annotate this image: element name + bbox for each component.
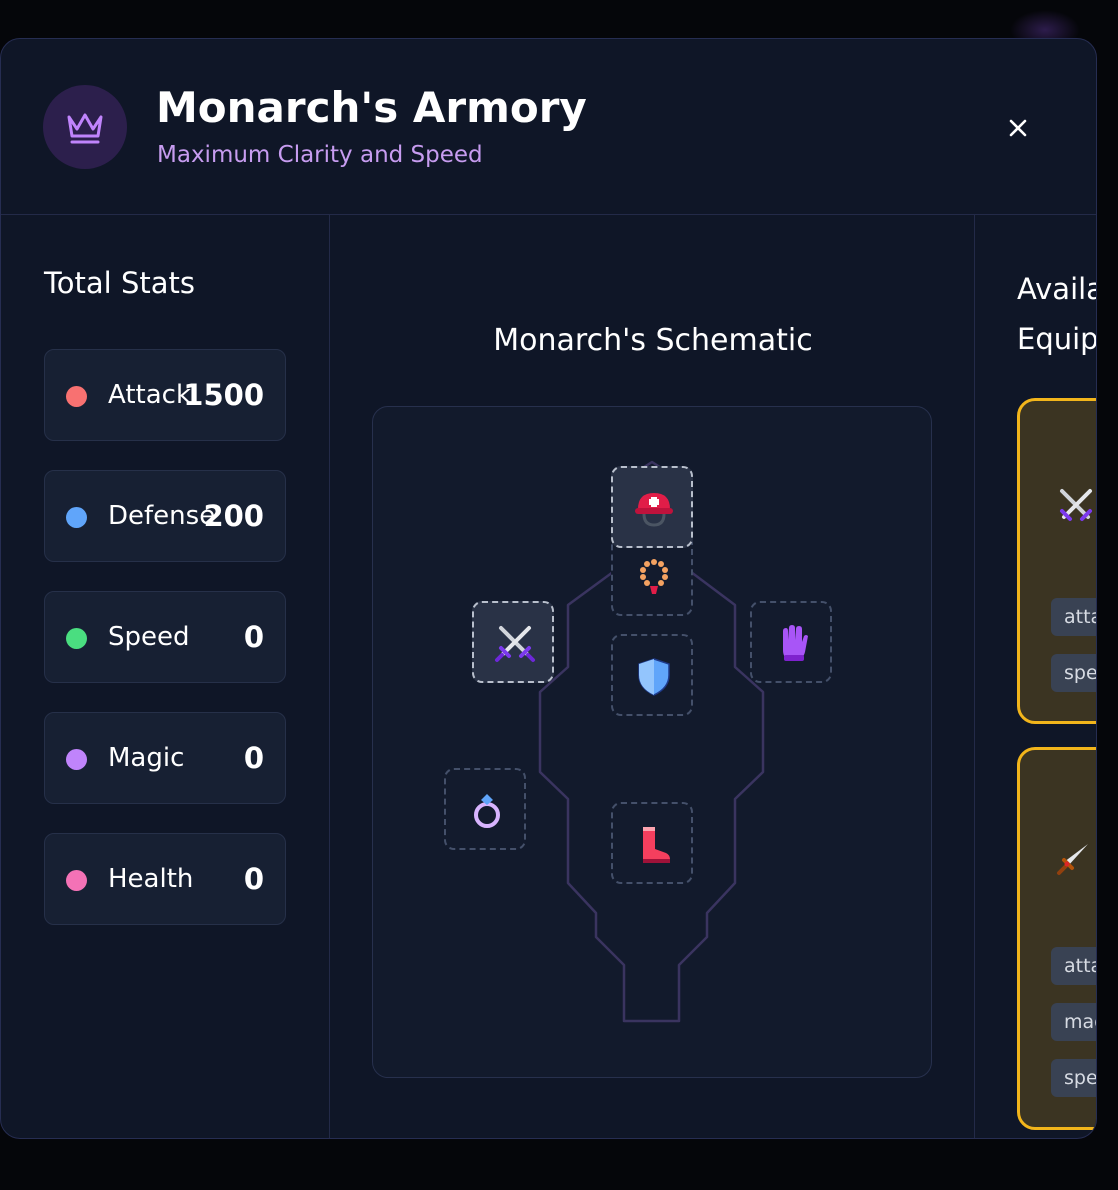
stat-value: 200 (203, 499, 264, 533)
stat-value: 0 (243, 620, 264, 654)
equipment-card[interactable]: atta spee (1017, 398, 1096, 724)
dagger-icon (1057, 844, 1088, 875)
stat-value: 1500 (183, 378, 264, 412)
stat-card-magic: Magic 0 (44, 712, 286, 804)
stat-label: Attack (108, 380, 192, 410)
stat-label: Health (108, 864, 194, 894)
stat-label: Magic (108, 743, 185, 773)
close-icon (1009, 119, 1027, 137)
ring-icon (474, 794, 500, 828)
beads-icon (640, 559, 668, 594)
armor-slot[interactable] (611, 634, 693, 716)
speed-dot-icon (66, 628, 87, 649)
magic-dot-icon (66, 749, 87, 770)
stat-value: 0 (243, 741, 264, 775)
crown-badge (43, 85, 127, 169)
helmet-icon (635, 493, 673, 527)
health-dot-icon (66, 870, 87, 891)
attack-dot-icon (66, 386, 87, 407)
stat-label: Speed (108, 622, 190, 652)
column-divider (329, 215, 330, 1138)
equipment-heading: Availa Equip (1017, 264, 1097, 364)
stat-card-health: Health 0 (44, 833, 286, 925)
crossed-swords-icon (495, 626, 535, 662)
stat-chip: spee (1051, 654, 1096, 692)
stat-card-speed: Speed 0 (44, 591, 286, 683)
stat-card-defense: Defense 200 (44, 470, 286, 562)
stat-value: 0 (243, 862, 264, 896)
helmet-slot[interactable] (611, 466, 693, 548)
modal-header: Monarch's Armory Maximum Clarity and Spe… (1, 39, 1096, 215)
gloves-slot[interactable] (750, 601, 832, 683)
stat-label: Defense (108, 501, 216, 531)
close-button[interactable] (1001, 111, 1035, 145)
stat-card-attack: Attack 1500 (44, 349, 286, 441)
stats-heading: Total Stats (44, 266, 195, 300)
crown-icon (67, 113, 103, 144)
boots-slot[interactable] (611, 802, 693, 884)
stat-chip: spee (1051, 1059, 1096, 1097)
gloves-icon (783, 625, 808, 661)
stat-chip: atta (1051, 598, 1096, 636)
shield-icon (638, 658, 670, 696)
boot-icon (643, 827, 670, 863)
defense-dot-icon (66, 507, 87, 528)
stat-chip: mag (1051, 1003, 1096, 1041)
schematic-heading: Monarch's Schematic (493, 323, 813, 358)
ring-slot[interactable] (444, 768, 526, 850)
equipment-heading-line: Availa (1017, 272, 1097, 306)
crossed-swords-icon (1060, 489, 1092, 521)
stat-chip: atta (1051, 947, 1096, 985)
page-title: Monarch's Armory (156, 83, 587, 132)
page-subtitle: Maximum Clarity and Speed (157, 142, 483, 168)
schematic-panel (372, 406, 932, 1078)
weapon-slot[interactable] (472, 601, 554, 683)
equipment-card[interactable]: atta mag spee (1017, 747, 1096, 1130)
armory-modal: Monarch's Armory Maximum Clarity and Spe… (0, 38, 1097, 1139)
equipment-heading-line: Equip (1017, 322, 1097, 356)
